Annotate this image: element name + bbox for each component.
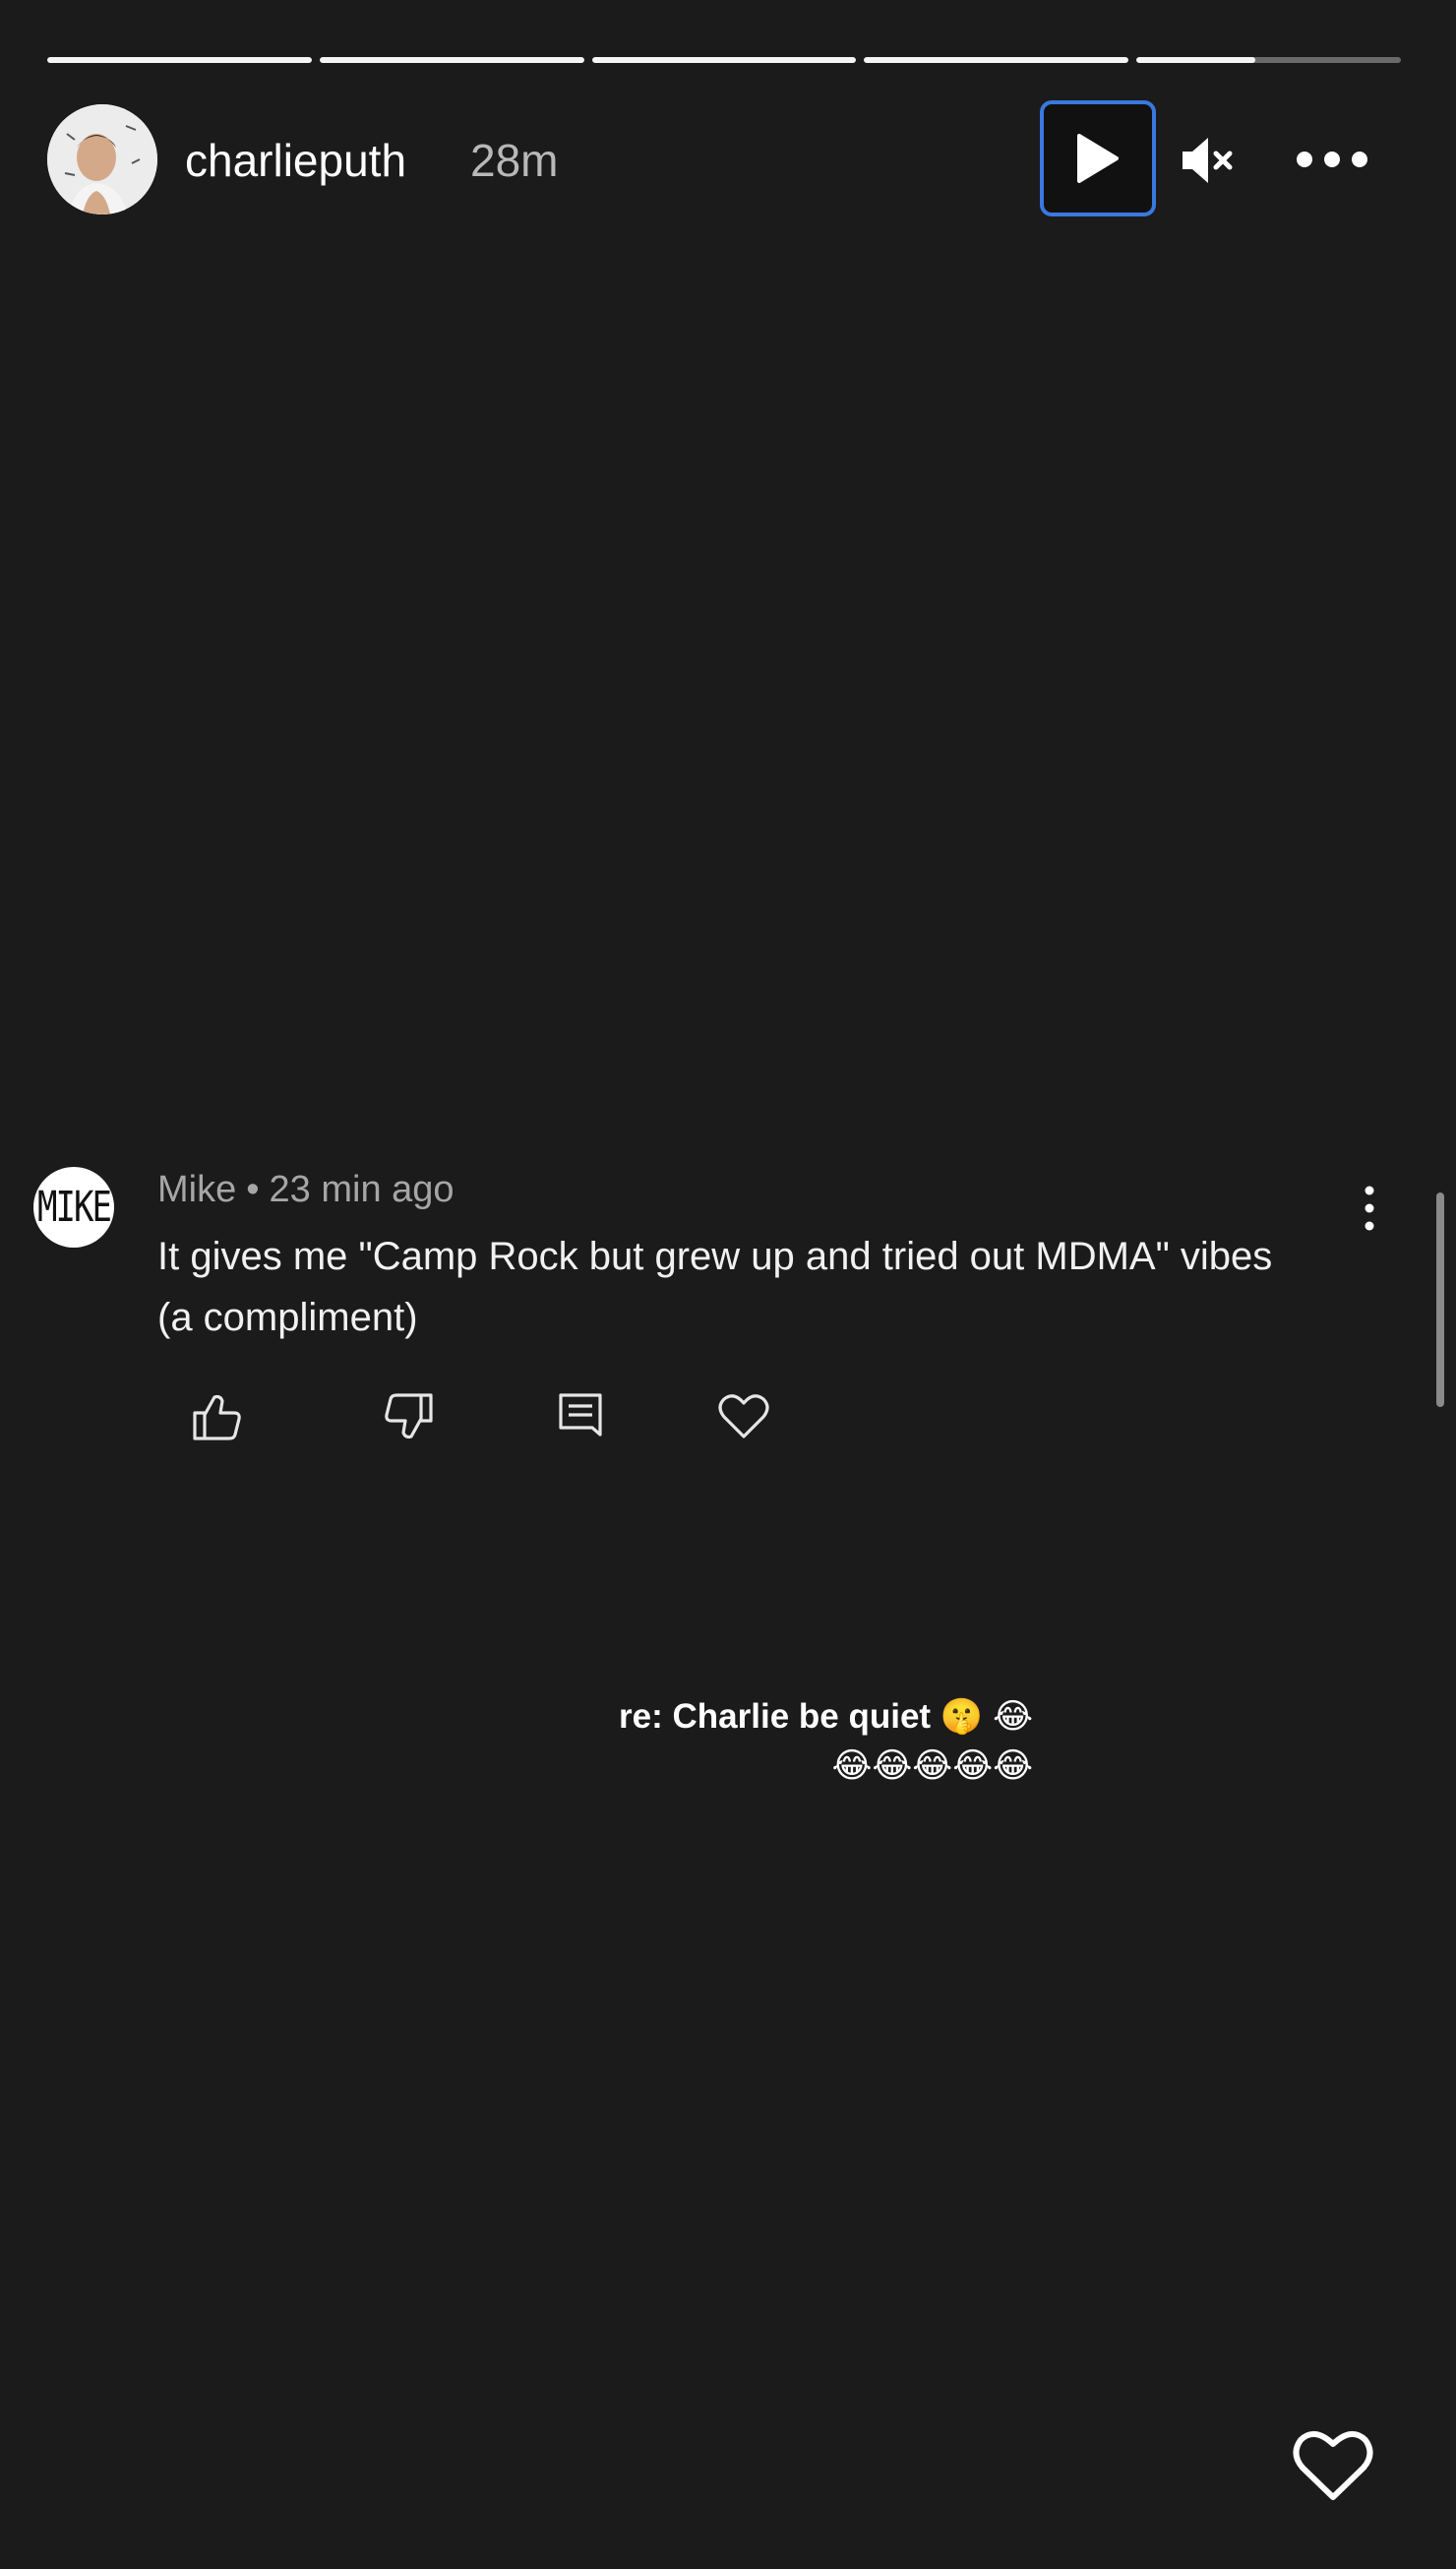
comment-avatar-text: MIKE bbox=[37, 1183, 112, 1232]
story-progress-bar bbox=[47, 57, 1401, 63]
progress-segment-current bbox=[1136, 57, 1401, 63]
more-vertical-icon bbox=[1365, 1186, 1374, 1231]
like-story-button[interactable] bbox=[1291, 2426, 1375, 2505]
more-horizontal-icon bbox=[1297, 152, 1367, 167]
comment-avatar: MIKE bbox=[33, 1167, 114, 1248]
speaker-muted-icon bbox=[1183, 138, 1233, 183]
heart-action bbox=[716, 1389, 771, 1444]
heart-icon bbox=[718, 1394, 769, 1438]
reply-icon bbox=[559, 1393, 602, 1437]
user-avatar[interactable] bbox=[47, 104, 157, 214]
heart-outline-icon bbox=[1293, 2431, 1373, 2500]
comment-meta: Mike • 23 min ago bbox=[157, 1169, 455, 1211]
comment-text: It gives me "Camp Rock but grew up and t… bbox=[157, 1235, 1273, 1339]
shared-comment: MIKE Mike • 23 min ago It gives me "Camp R… bbox=[33, 1161, 1411, 1456]
progress-segment bbox=[47, 57, 312, 63]
thumbs-up-icon bbox=[193, 1394, 241, 1440]
comment-time: 23 min ago bbox=[269, 1169, 455, 1210]
mute-button[interactable] bbox=[1179, 132, 1238, 189]
story-username[interactable]: charlieputh bbox=[185, 134, 406, 187]
story-header: charlieputh 28m bbox=[47, 100, 1401, 216]
reply-caption-line2: 😂😂😂😂😂 bbox=[831, 1746, 1033, 1785]
story-timestamp: 28m bbox=[470, 135, 559, 186]
comment-menu-button bbox=[1360, 1185, 1379, 1232]
more-options-button[interactable] bbox=[1295, 140, 1369, 179]
meta-separator: • bbox=[246, 1169, 260, 1210]
progress-segment bbox=[864, 57, 1129, 63]
like-action bbox=[189, 1389, 244, 1444]
dislike-action bbox=[382, 1389, 437, 1444]
progress-segment bbox=[591, 57, 857, 63]
thumbs-down-icon bbox=[385, 1393, 433, 1439]
comment-author: Mike bbox=[157, 1169, 237, 1210]
reply-action bbox=[553, 1389, 608, 1444]
comment-scrollbar bbox=[1436, 1193, 1444, 1407]
play-button[interactable] bbox=[1040, 100, 1156, 216]
reply-caption: re: Charlie be quiet 🤫 😂 😂😂😂😂😂 bbox=[492, 1692, 1033, 1791]
progress-segment bbox=[319, 57, 584, 63]
reply-caption-line1: re: Charlie be quiet 🤫 😂 bbox=[619, 1697, 1033, 1736]
play-icon bbox=[1077, 134, 1119, 183]
